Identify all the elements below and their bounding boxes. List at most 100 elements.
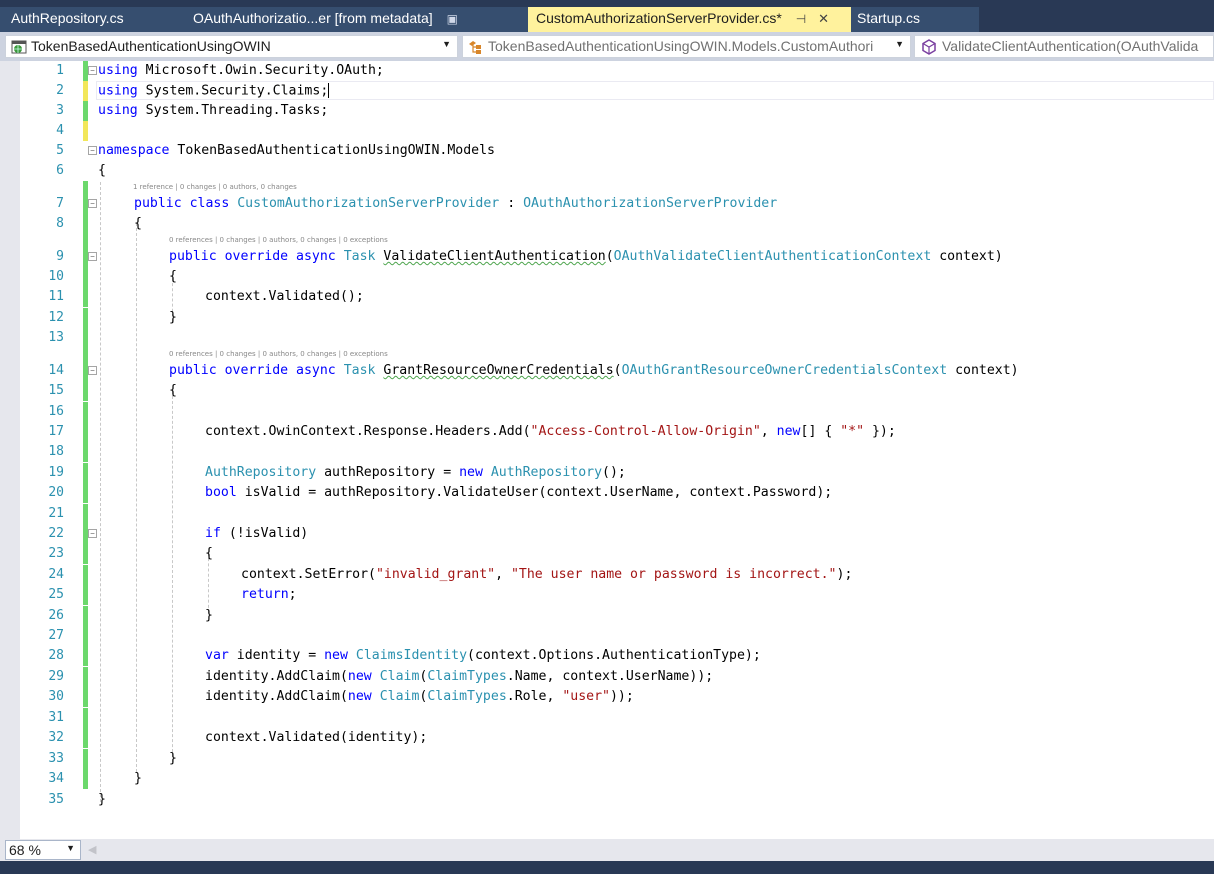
line-number: 2 [56,83,64,98]
collapse-icon[interactable]: − [88,252,97,261]
code-text: { [205,546,213,561]
collapse-icon[interactable]: − [88,366,97,375]
codelens-class[interactable]: 1 reference | 0 changes | 0 authors, 0 c… [133,183,297,191]
member-dropdown[interactable]: ValidateClientAuthentication(OAuthValida [914,35,1214,58]
line-number: 12 [48,310,64,325]
code-text: { [169,269,177,284]
code-text: identity.AddClaim(new Claim(ClaimTypes.R… [205,689,634,704]
editor-bottom-bar: 68 % ▼ ◀ [0,839,1214,861]
change-marker [83,646,88,666]
zoom-level-dropdown[interactable]: 68 % ▼ [5,840,81,860]
text-caret [328,83,330,98]
code-line: 1 − using Microsoft.Owin.Security.OAuth; [0,61,1214,81]
change-marker [83,626,88,646]
line-number: 4 [56,123,64,138]
code-text: context.Validated(); [205,289,364,304]
collapse-icon[interactable]: − [88,529,97,538]
code-line: 30 identity.AddClaim(new Claim(ClaimType… [0,687,1214,707]
code-line: 18 [0,442,1214,462]
line-number: 34 [48,771,64,786]
code-line: 4 [0,121,1214,141]
code-text: { [98,163,106,178]
tab-authrepository[interactable]: AuthRepository.cs [0,7,185,32]
class-icon [469,41,481,54]
code-line: 13 [0,328,1214,348]
line-number: 10 [48,269,64,284]
line-number: 27 [48,628,64,643]
tab-label: Startup.cs [857,10,921,26]
line-number: 33 [48,751,64,766]
tab-oauthauthorization-metadata[interactable]: OAuthAuthorizatio...er [from metadata] ▣ [185,7,528,32]
type-name: TokenBasedAuthenticationUsingOWIN.Models… [488,38,874,54]
change-marker [83,181,88,214]
line-number: 1 [56,63,64,78]
type-dropdown[interactable]: TokenBasedAuthenticationUsingOWIN.Models… [462,35,911,58]
change-marker [83,422,88,442]
project-dropdown[interactable]: TokenBasedAuthenticationUsingOWIN ▼ [5,35,458,58]
code-line: 7 − public class CustomAuthorizationServ… [0,181,1214,214]
code-editor[interactable]: 1 reference | 0 changes | 0 authors, 0 c… [0,61,1214,839]
lock-icon: ▣ [446,12,458,26]
change-marker [83,504,88,524]
code-text: public override async Task GrantResource… [169,363,1019,378]
code-line: 17 context.OwinContext.Response.Headers.… [0,422,1214,442]
code-line: 31 [0,708,1214,728]
code-line: 21 [0,504,1214,524]
code-text: using System.Security.Claims; [98,83,330,99]
collapse-icon[interactable]: − [88,199,97,208]
change-marker [83,234,88,267]
line-number: 28 [48,648,64,663]
line-number: 35 [48,792,64,807]
close-icon[interactable]: ✕ [818,11,829,26]
document-tab-bar: AuthRepository.cs OAuthAuthorizatio...er… [0,0,1214,32]
code-text: } [169,751,177,766]
pin-icon[interactable]: ⊣ [796,12,806,26]
change-marker [83,769,88,789]
line-number: 32 [48,730,64,745]
code-line: 6 { [0,161,1214,181]
scroll-left-icon[interactable]: ◀ [88,843,96,856]
code-line: 23 { [0,544,1214,564]
status-bar [0,861,1214,874]
line-number: 22 [48,526,64,541]
code-text: context.Validated(identity); [205,730,428,745]
navigation-bar: TokenBasedAuthenticationUsingOWIN ▼ Toke… [0,32,1214,61]
code-line: 8 { [0,214,1214,234]
change-marker [83,687,88,707]
code-line: 25 return; [0,585,1214,605]
code-text: bool isValid = authRepository.ValidateUs… [205,485,833,500]
codelens-method[interactable]: 0 references | 0 changes | 0 authors, 0 … [169,236,388,244]
code-line: 24 context.SetError("invalid_grant", "Th… [0,565,1214,585]
code-text: using System.Threading.Tasks; [98,103,329,118]
code-line: 3 using System.Threading.Tasks; [0,101,1214,121]
member-name: ValidateClientAuthentication(OAuthValida [942,38,1199,54]
change-marker [83,348,88,381]
line-number: 19 [48,465,64,480]
collapse-icon[interactable]: − [88,146,97,155]
change-marker [83,442,88,462]
change-marker [83,565,88,585]
change-marker [83,402,88,422]
code-line: 15 { [0,381,1214,401]
code-text: namespace TokenBasedAuthenticationUsingO… [98,143,495,158]
code-text: return; [241,587,297,602]
change-marker [83,101,88,121]
code-line: 19 AuthRepository authRepository = new A… [0,463,1214,483]
code-line: 29 identity.AddClaim(new Claim(ClaimType… [0,667,1214,687]
chevron-down-icon: ▼ [66,843,75,853]
change-marker [83,308,88,328]
line-number: 18 [48,444,64,459]
change-marker [83,483,88,503]
code-text: } [205,608,213,623]
code-text: } [134,771,142,786]
code-text: { [134,216,142,231]
tab-label: AuthRepository.cs [11,10,124,26]
code-line: 35 } [0,790,1214,810]
collapse-icon[interactable]: − [88,66,97,75]
codelens-method[interactable]: 0 references | 0 changes | 0 authors, 0 … [169,350,388,358]
code-line: 16 [0,402,1214,422]
line-number: 7 [56,196,64,211]
tab-startup[interactable]: Startup.cs [851,7,979,32]
code-line: 32 context.Validated(identity); [0,728,1214,748]
tab-customauthorizationserverprovider[interactable]: CustomAuthorizationServerProvider.cs* ⊣ … [528,7,851,32]
